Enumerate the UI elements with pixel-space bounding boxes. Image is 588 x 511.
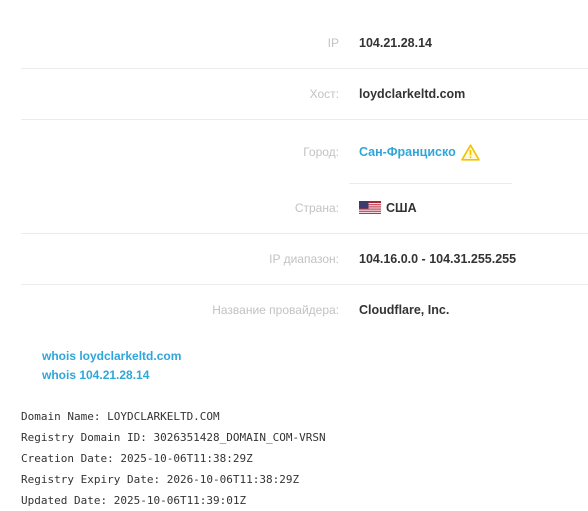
info-row-country: Страна: США [0, 183, 588, 233]
ip-range-label: IP диапазон: [269, 252, 339, 266]
provider-label: Название провайдера: [212, 303, 339, 317]
info-row-ip: IP 104.21.28.14 [0, 18, 588, 68]
city-label: Город: [303, 145, 339, 159]
whois-ip-link[interactable]: whois 104.21.28.14 [42, 366, 181, 385]
city-value[interactable]: Сан-Франциско [359, 126, 480, 178]
host-value: loydclarkeltd.com [359, 87, 466, 101]
whois-line: Registry Expiry Date: 2026-10-06T11:38:2… [21, 473, 300, 486]
divider [21, 119, 588, 120]
warning-icon [460, 143, 480, 161]
info-row-provider: Название провайдера: Cloudflare, Inc. [0, 285, 588, 335]
whois-line: Domain Name: LOYDCLARKELTD.COM [21, 410, 220, 423]
provider-value: Cloudflare, Inc. [359, 303, 450, 317]
whois-links: whois loydclarkeltd.com whois 104.21.28.… [42, 347, 181, 385]
host-label: Хост: [309, 87, 339, 101]
whois-output: Domain Name: LOYDCLARKELTD.COM Registry … [21, 406, 326, 511]
info-row-host: Хост: loydclarkeltd.com [0, 69, 588, 119]
info-row-city: Город: Сан-Франциско [0, 126, 588, 178]
whois-line: Registry Domain ID: 3026351428_DOMAIN_CO… [21, 431, 326, 444]
us-flag-icon [359, 201, 381, 215]
ip-label: IP [327, 36, 339, 50]
country-label: Страна: [294, 201, 339, 215]
info-row-ip-range: IP диапазон: 104.16.0.0 - 104.31.255.255 [0, 234, 588, 284]
whois-domain-link[interactable]: whois loydclarkeltd.com [42, 347, 181, 366]
city-name[interactable]: Сан-Франциско [359, 145, 456, 159]
country-value: США [359, 183, 417, 233]
country-name: США [386, 201, 417, 215]
whois-line: Updated Date: 2025-10-06T11:39:01Z [21, 494, 247, 507]
whois-line: Creation Date: 2025-10-06T11:38:29Z [21, 452, 253, 465]
ip-range-value: 104.16.0.0 - 104.31.255.255 [359, 252, 517, 266]
ip-value: 104.21.28.14 [359, 36, 432, 50]
